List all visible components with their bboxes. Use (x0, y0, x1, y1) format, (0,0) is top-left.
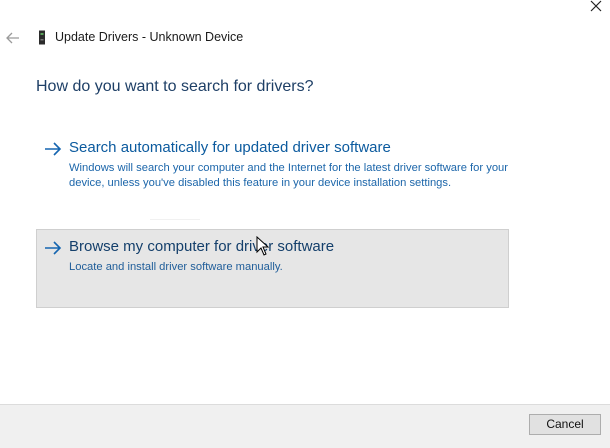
device-icon (39, 30, 45, 45)
page-question: How do you want to search for drivers? (36, 78, 314, 95)
cancel-button[interactable]: Cancel (529, 414, 601, 435)
back-arrow-icon[interactable] (6, 32, 20, 44)
option-description: Locate and install driver software manua… (69, 261, 283, 273)
option-heading: Browse my computer for driver software (69, 238, 335, 255)
dialog-title: Update Drivers - Unknown Device (55, 30, 244, 44)
close-icon[interactable] (588, 0, 604, 14)
option-description: Windows will search your computer and th… (69, 162, 508, 189)
right-arrow-icon (45, 241, 62, 255)
browse-computer-option[interactable]: Browse my computer for driver software L… (36, 229, 509, 308)
right-arrow-icon (45, 142, 62, 156)
divider (150, 219, 200, 220)
title-bar: Update Drivers - Unknown Device (0, 0, 610, 72)
dialog-footer: Cancel (0, 404, 610, 448)
mouse-cursor-icon (256, 236, 270, 256)
search-automatically-option[interactable]: Search automatically for updated driver … (36, 130, 509, 210)
option-heading: Search automatically for updated driver … (69, 139, 391, 156)
